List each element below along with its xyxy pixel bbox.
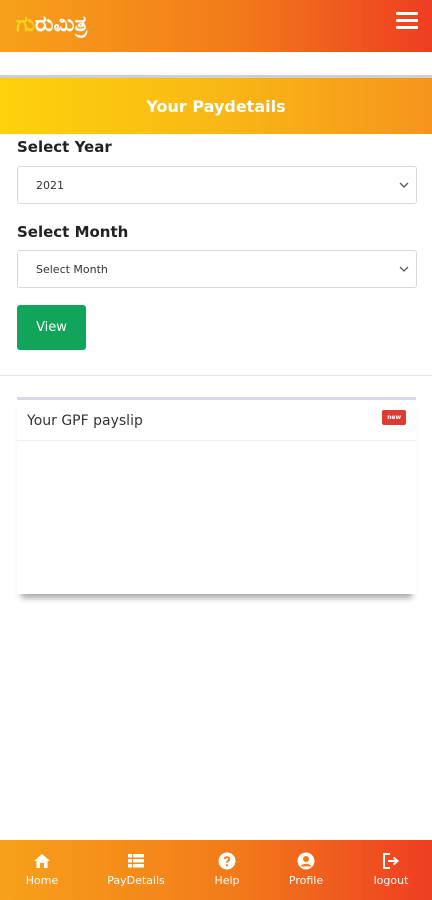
month-select[interactable]: Select Month bbox=[17, 250, 417, 288]
nav-profile[interactable]: Profile bbox=[266, 840, 346, 900]
month-select-value: Select Month bbox=[36, 262, 108, 276]
logo-first-letter: ಗು bbox=[16, 12, 35, 37]
nav-home-label: Home bbox=[25, 874, 59, 887]
hamburger-menu-icon[interactable] bbox=[396, 12, 418, 34]
month-label: Select Month bbox=[17, 223, 129, 241]
nav-profile-label: Profile bbox=[288, 874, 324, 887]
nav-home[interactable]: Home bbox=[2, 840, 82, 900]
logo-text: ರುಮಿತ್ರ bbox=[34, 12, 88, 37]
nav-paydetails-label: PayDetails bbox=[107, 874, 165, 887]
nav-paydetails[interactable]: PayDetails bbox=[96, 840, 176, 900]
logout-icon bbox=[383, 853, 400, 869]
view-button[interactable]: View bbox=[17, 305, 86, 350]
new-badge: new bbox=[382, 410, 406, 425]
app-header: ಗುರುಮಿತ್ರ bbox=[0, 0, 432, 52]
section-divider bbox=[0, 375, 432, 376]
page-title: Your Paydetails bbox=[146, 96, 286, 116]
year-label: Select Year bbox=[17, 138, 112, 156]
page-banner: Your Paydetails bbox=[0, 78, 432, 134]
chevron-down-icon bbox=[399, 182, 409, 188]
gpf-payslip-link[interactable]: Your GPF payslip bbox=[27, 413, 143, 429]
gpf-payslip-card: Your GPF payslip new bbox=[17, 397, 416, 594]
help-icon bbox=[218, 852, 236, 870]
bottom-nav: Home PayDetails Help Profile logout bbox=[0, 840, 432, 900]
home-icon bbox=[34, 854, 50, 868]
nav-help-label: Help bbox=[214, 874, 240, 887]
card-divider bbox=[17, 440, 416, 441]
year-select-value: 2021 bbox=[36, 178, 64, 192]
nav-help[interactable]: Help bbox=[187, 840, 267, 900]
app-logo: ಗುರುಮಿತ್ರ bbox=[16, 10, 87, 40]
list-icon bbox=[128, 854, 144, 868]
year-select[interactable]: 2021 bbox=[17, 166, 417, 204]
chevron-down-icon bbox=[399, 266, 409, 272]
nav-logout[interactable]: logout bbox=[351, 840, 431, 900]
profile-icon bbox=[297, 852, 315, 870]
nav-logout-label: logout bbox=[373, 874, 409, 887]
